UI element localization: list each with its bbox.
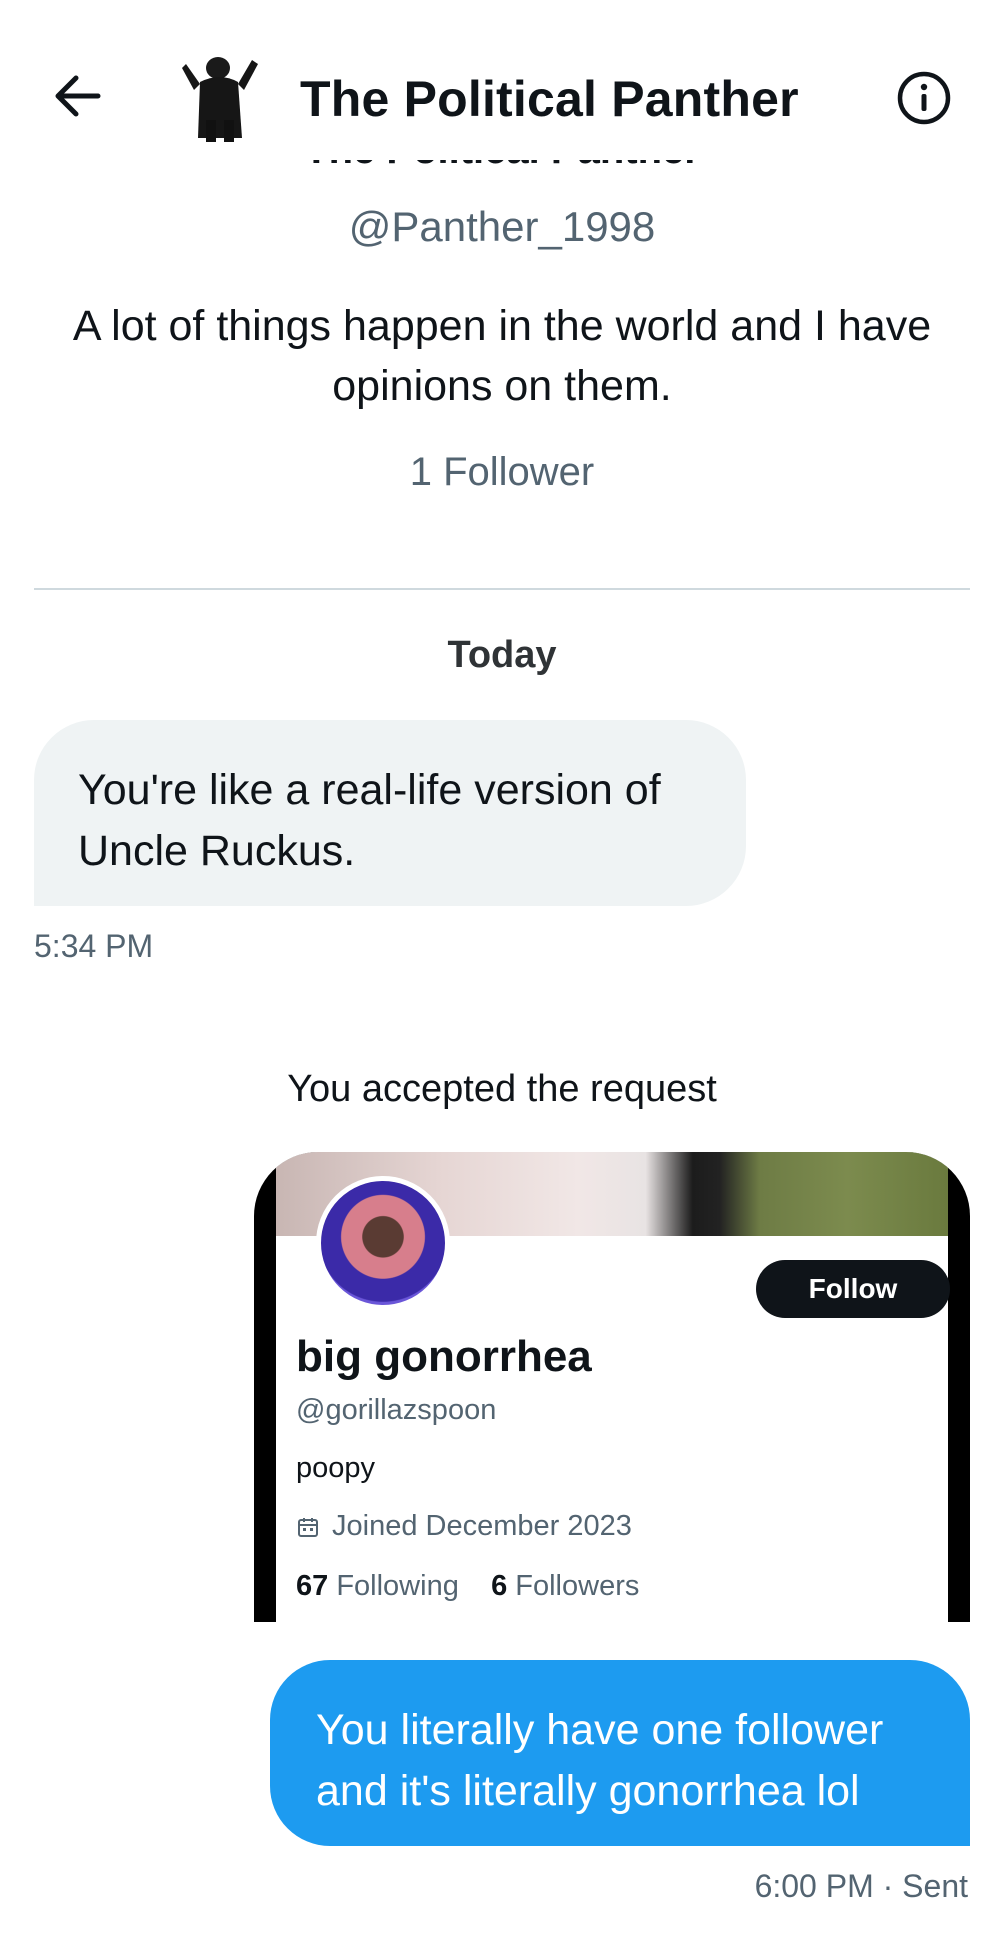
top-bar: The Political Panther xyxy=(0,0,1004,160)
arrow-left-icon xyxy=(55,75,101,117)
card-joined-text: Joined December 2023 xyxy=(332,1510,632,1542)
following-label: Following xyxy=(336,1570,459,1602)
profile-avatar xyxy=(316,1176,450,1310)
date-separator: Today xyxy=(447,634,557,676)
avatar[interactable] xyxy=(180,50,262,142)
conversation-title[interactable]: The Political Panther xyxy=(300,70,799,128)
divider xyxy=(34,588,970,590)
follower-count[interactable]: 1 Follower xyxy=(0,450,1004,495)
incoming-message-bubble[interactable]: You're like a real-life version of Uncle… xyxy=(34,720,746,906)
panther-avatar-image xyxy=(182,57,258,142)
card-joined-date: Joined December 2023 xyxy=(296,1510,632,1543)
calendar-icon xyxy=(298,1517,318,1537)
profile-handle[interactable]: @Panther_1998 xyxy=(0,203,1004,251)
followers-count: 6 xyxy=(491,1570,508,1602)
info-button[interactable] xyxy=(894,68,954,128)
outgoing-message-bubble[interactable]: You literally have one follower and it's… xyxy=(270,1660,970,1846)
profile-card: Follow big gonorrhea @gorillazspoon poop… xyxy=(276,1152,950,1622)
following-count: 67 xyxy=(296,1570,329,1602)
request-accepted-notice: You accepted the request xyxy=(287,1068,717,1110)
back-button[interactable] xyxy=(48,66,108,126)
sent-status: 6:00 PM · Sent xyxy=(754,1868,968,1904)
card-stats: 67 Following 6 Followers xyxy=(296,1570,639,1603)
follow-button: Follow xyxy=(756,1260,950,1318)
message-timestamp: 5:34 PM xyxy=(34,928,154,964)
card-bio: poopy xyxy=(296,1452,376,1484)
info-circle-icon xyxy=(897,71,951,125)
followers-label: Followers xyxy=(515,1570,640,1602)
profile-bio: A lot of things happen in the world and … xyxy=(72,302,932,410)
shared-profile-screenshot[interactable]: Follow big gonorrhea @gorillazspoon poop… xyxy=(254,1152,970,1622)
card-handle: @gorillazspoon xyxy=(296,1394,497,1426)
card-display-name: big gonorrhea xyxy=(296,1332,592,1381)
